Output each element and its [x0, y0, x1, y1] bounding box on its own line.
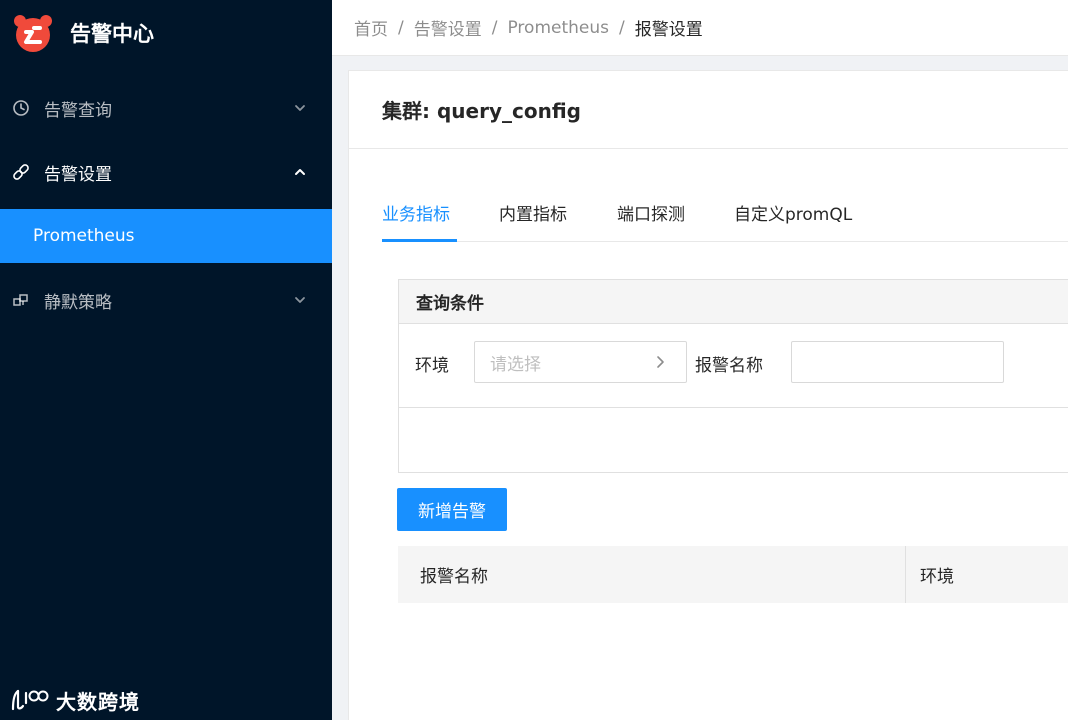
card-title: 集群: query_config [349, 71, 1068, 149]
app-logo[interactable]: 告警中心 [12, 12, 154, 54]
query-divider [399, 407, 1068, 408]
chevron-right-icon [657, 356, 664, 368]
sidebar-item-label: 告警设置 [44, 164, 112, 185]
app-title: 告警中心 [70, 22, 154, 46]
content-card: 集群: query_config 业务指标 内置指标 端口探测 自定义promQ… [348, 70, 1068, 720]
alert-name-label: 报警名称 [695, 356, 763, 376]
column-divider [905, 546, 906, 603]
breadcrumb-separator: / [619, 17, 625, 38]
add-alert-button[interactable]: 新增告警 [397, 488, 507, 531]
logo-badge-icon [14, 15, 52, 52]
sidebar-item-alert-settings[interactable]: 告警设置 [0, 146, 332, 198]
clock-icon [12, 99, 30, 117]
watermark-text: 大数跨境 [56, 689, 140, 714]
chevron-up-icon [292, 164, 308, 180]
tab-bar: 业务指标 内置指标 端口探测 自定义promQL [382, 183, 1068, 242]
query-panel-title: 查询条件 [399, 280, 1068, 324]
breadcrumb-separator: / [398, 17, 404, 38]
sidebar-item-silence-policy[interactable]: 静默策略 [0, 274, 332, 326]
sidebar: 告警中心 告警查询 告警设置 Prometheus 静默策略 大数跨境 [0, 0, 332, 720]
tab-active-indicator [382, 239, 457, 242]
breadcrumb-current: 报警设置 [634, 20, 703, 40]
sidebar-item-label: 静默策略 [44, 292, 112, 313]
env-select[interactable]: 请选择 [474, 341, 687, 383]
env-select-placeholder: 请选择 [490, 354, 541, 375]
brand-mark-icon [11, 689, 49, 711]
breadcrumb-alert-settings[interactable]: 告警设置 [414, 15, 482, 40]
chevron-down-icon [292, 100, 308, 116]
breadcrumb-prometheus[interactable]: Prometheus [507, 18, 609, 38]
chevron-down-icon [292, 292, 308, 308]
cluster-icon [12, 291, 30, 309]
tab-port-probe[interactable]: 端口探测 [617, 183, 685, 242]
watermark-brand: 大数跨境 [10, 682, 140, 718]
query-panel: 查询条件 环境 请选择 报警名称 [398, 279, 1068, 473]
sidebar-item-alert-query[interactable]: 告警查询 [0, 82, 332, 134]
alert-name-input[interactable] [791, 341, 1004, 383]
breadcrumb-home[interactable]: 首页 [354, 15, 388, 40]
table-header: 报警名称 环境 [398, 546, 1068, 603]
breadcrumb-separator: / [491, 17, 498, 38]
sidebar-subitem-prometheus[interactable]: Prometheus [0, 209, 332, 263]
tab-builtin-metrics[interactable]: 内置指标 [499, 183, 567, 242]
sidebar-subitem-label: Prometheus [33, 226, 135, 246]
tab-custom-promql[interactable]: 自定义promQL [734, 183, 852, 242]
env-label: 环境 [415, 356, 449, 376]
link-icon [12, 163, 30, 181]
tab-business-metrics[interactable]: 业务指标 [382, 183, 450, 242]
breadcrumb: 首页 / 告警设置 / Prometheus / 报警设置 [332, 0, 1068, 56]
column-header-environment[interactable]: 环境 [920, 546, 954, 603]
sidebar-item-label: 告警查询 [44, 100, 112, 121]
column-header-alert-name[interactable]: 报警名称 [420, 546, 488, 603]
